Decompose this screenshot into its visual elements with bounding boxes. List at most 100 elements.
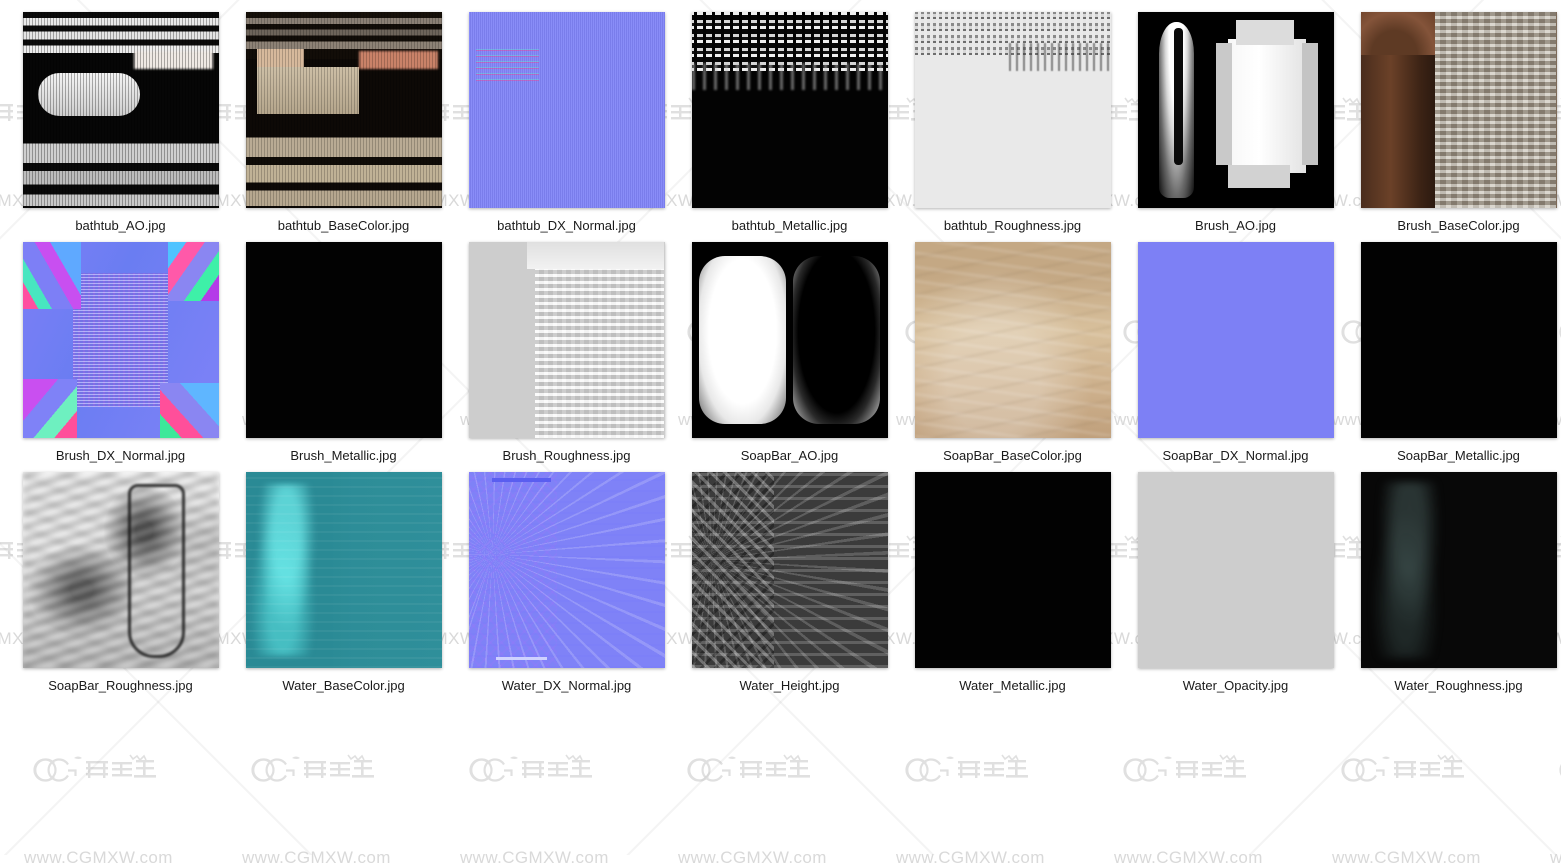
texture-detail-layer <box>692 472 774 668</box>
thumbnail-cell[interactable]: Water_Metallic.jpg <box>901 472 1124 694</box>
texture-surface <box>469 242 665 438</box>
thumbnail-cell[interactable]: Brush_DX_Normal.jpg <box>9 242 232 464</box>
texture-thumbnail-image[interactable] <box>1361 12 1557 208</box>
texture-detail-layer <box>1009 43 1111 70</box>
texture-detail-layer <box>168 242 219 301</box>
texture-thumbnail-image[interactable] <box>1361 472 1557 668</box>
thumbnail-filename-label: Brush_Roughness.jpg <box>455 448 678 464</box>
thumbnail-cell[interactable]: Brush_AO.jpg <box>1124 12 1347 234</box>
texture-detail-layer <box>1361 12 1435 55</box>
texture-thumbnail-image[interactable] <box>692 12 888 208</box>
thumbnail-cell[interactable]: Brush_Metallic.jpg <box>232 242 455 464</box>
thumbnail-cell[interactable]: SoapBar_Roughness.jpg <box>9 472 232 694</box>
thumbnail-filename-label: SoapBar_Metallic.jpg <box>1347 448 1561 464</box>
texture-detail-layer <box>699 256 785 425</box>
thumbnail-cell[interactable]: Water_BaseColor.jpg <box>232 472 455 694</box>
thumbnail-filename-label: SoapBar_BaseColor.jpg <box>901 448 1124 464</box>
thumbnail-cell[interactable]: Brush_BaseColor.jpg <box>1347 12 1561 234</box>
texture-detail-layer <box>23 12 219 208</box>
thumbnail-filename-label: Water_Roughness.jpg <box>1347 678 1561 694</box>
texture-detail-layer <box>476 49 539 80</box>
texture-thumbnail-image[interactable] <box>23 242 219 438</box>
thumbnail-cell[interactable]: Water_Opacity.jpg <box>1124 472 1347 694</box>
thumbnail-cell[interactable]: Water_Height.jpg <box>678 472 901 694</box>
thumbnail-filename-label: Water_Metallic.jpg <box>901 678 1124 694</box>
texture-thumbnail-image[interactable] <box>692 472 888 668</box>
thumbnail-cell[interactable]: Water_DX_Normal.jpg <box>455 472 678 694</box>
thumbnail-filename-label: Brush_Metallic.jpg <box>232 448 455 464</box>
thumbnail-cell[interactable]: bathtub_AO.jpg <box>9 12 232 234</box>
texture-surface <box>1138 472 1334 668</box>
thumbnail-filename-label: SoapBar_AO.jpg <box>678 448 901 464</box>
thumbnail-filename-label: Water_Opacity.jpg <box>1124 678 1347 694</box>
texture-thumbnail-image[interactable] <box>1138 12 1334 208</box>
texture-surface <box>692 12 888 208</box>
texture-thumbnail-image[interactable] <box>246 242 442 438</box>
thumbnail-filename-label: bathtub_BaseColor.jpg <box>232 218 455 234</box>
thumbnail-cell[interactable]: Water_Roughness.jpg <box>1347 472 1561 694</box>
texture-detail-layer <box>246 12 442 208</box>
thumbnail-filename-label: bathtub_AO.jpg <box>9 218 232 234</box>
texture-surface <box>692 242 888 438</box>
thumbnail-cell[interactable]: bathtub_Metallic.jpg <box>678 12 901 234</box>
texture-thumbnail-image[interactable] <box>246 472 442 668</box>
texture-surface <box>246 472 442 668</box>
texture-surface <box>469 12 665 208</box>
texture-detail-layer <box>469 12 665 208</box>
texture-thumbnail-image[interactable] <box>469 12 665 208</box>
thumbnail-cell[interactable]: Brush_Roughness.jpg <box>455 242 678 464</box>
texture-surface <box>246 12 442 208</box>
thumbnail-filename-label: Brush_DX_Normal.jpg <box>9 448 232 464</box>
texture-thumbnail-image[interactable] <box>469 242 665 438</box>
texture-thumbnail-image[interactable] <box>915 242 1111 438</box>
texture-detail-layer <box>23 242 82 309</box>
texture-detail-layer <box>1236 20 1295 45</box>
thumbnail-filename-label: Water_BaseColor.jpg <box>232 678 455 694</box>
texture-thumbnail-image[interactable] <box>915 472 1111 668</box>
texture-surface <box>1138 242 1334 438</box>
thumbnail-cell[interactable]: bathtub_BaseColor.jpg <box>232 12 455 234</box>
texture-thumbnail-image[interactable] <box>23 12 219 208</box>
texture-surface <box>246 242 442 438</box>
texture-detail-layer <box>793 256 879 425</box>
texture-detail-layer <box>128 484 185 659</box>
texture-detail-layer <box>160 383 219 438</box>
thumbnail-filename-label: SoapBar_Roughness.jpg <box>9 678 232 694</box>
thumbnail-filename-label: Brush_BaseColor.jpg <box>1347 218 1561 234</box>
texture-thumbnail-image[interactable] <box>692 242 888 438</box>
texture-detail-layer <box>915 242 1111 438</box>
texture-detail-layer <box>1370 482 1448 658</box>
texture-detail-layer <box>1302 43 1318 165</box>
thumbnail-cell[interactable]: SoapBar_AO.jpg <box>678 242 901 464</box>
thumbnail-cell[interactable]: SoapBar_BaseColor.jpg <box>901 242 1124 464</box>
texture-thumbnail-image[interactable] <box>915 12 1111 208</box>
texture-detail-layer <box>1174 28 1183 165</box>
thumbnail-cell[interactable]: SoapBar_DX_Normal.jpg <box>1124 242 1347 464</box>
thumbnail-filename-label: bathtub_Metallic.jpg <box>678 218 901 234</box>
thumbnail-cell[interactable]: bathtub_Roughness.jpg <box>901 12 1124 234</box>
texture-detail-layer <box>692 63 888 90</box>
texture-surface <box>915 242 1111 438</box>
texture-thumbnail-image[interactable] <box>1361 242 1557 438</box>
texture-detail-layer <box>496 657 547 660</box>
texture-thumbnail-image[interactable] <box>469 472 665 668</box>
texture-detail-layer <box>492 478 551 482</box>
texture-surface <box>23 472 219 668</box>
texture-detail-layer <box>246 472 442 668</box>
texture-detail-layer <box>1228 39 1306 172</box>
texture-surface <box>915 472 1111 668</box>
thumbnail-cell[interactable]: SoapBar_Metallic.jpg <box>1347 242 1561 464</box>
texture-thumbnail-image[interactable] <box>1138 242 1334 438</box>
thumbnail-filename-label: bathtub_Roughness.jpg <box>901 218 1124 234</box>
texture-surface <box>1361 472 1557 668</box>
thumbnail-cell[interactable]: bathtub_DX_Normal.jpg <box>455 12 678 234</box>
texture-detail-layer <box>73 273 167 406</box>
texture-surface <box>1361 12 1557 208</box>
texture-thumbnail-image[interactable] <box>23 472 219 668</box>
texture-thumbnail-image[interactable] <box>246 12 442 208</box>
texture-surface <box>1361 242 1557 438</box>
thumbnail-filename-label: SoapBar_DX_Normal.jpg <box>1124 448 1347 464</box>
texture-surface <box>23 242 219 438</box>
texture-thumbnail-image[interactable] <box>1138 472 1334 668</box>
texture-detail-layer <box>535 242 664 438</box>
